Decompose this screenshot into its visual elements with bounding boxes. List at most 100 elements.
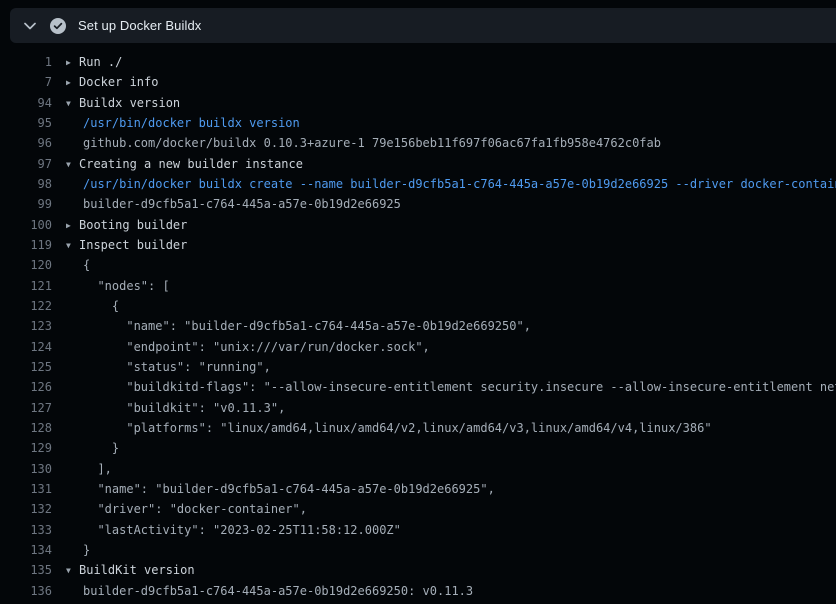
line-number[interactable]: 134 (0, 543, 52, 557)
triangle-down-icon: ▼ (66, 241, 79, 250)
output-text: builder-d9cfb5a1-c764-445a-a57e-0b19d2e6… (83, 584, 473, 598)
output-text: "driver": "docker-container", (83, 502, 307, 516)
output-text: "status": "running", (83, 360, 271, 374)
output-text: "nodes": [ (83, 279, 170, 293)
log-line: 119 ▼Inspect builder (0, 235, 836, 255)
group-title: Docker info (79, 75, 158, 89)
output-text: "name": "builder-d9cfb5a1-c764-445a-a57e… (83, 319, 531, 333)
log-line: 136 builder-d9cfb5a1-c764-445a-a57e-0b19d… (0, 581, 836, 601)
log-line: 96 github.com/docker/buildx 0.10.3+azure-… (0, 133, 836, 153)
line-number[interactable]: 96 (0, 136, 52, 150)
log-line: 134} (0, 540, 836, 560)
chevron-down-icon[interactable] (19, 15, 41, 37)
log-group-toggle[interactable]: ▼Inspect builder (66, 238, 187, 252)
log-line: 100 ▶Booting builder (0, 215, 836, 235)
line-number[interactable]: 125 (0, 360, 52, 374)
output-text: "buildkitd-flags": "--allow-insecure-ent… (83, 380, 836, 394)
line-number[interactable]: 1 (0, 55, 52, 69)
line-number[interactable]: 135 (0, 563, 52, 577)
triangle-right-icon: ▶ (66, 58, 79, 67)
log-line: 94 ▼Buildx version (0, 93, 836, 113)
group-title: Buildx version (79, 96, 180, 110)
triangle-down-icon: ▼ (66, 160, 79, 169)
line-number[interactable]: 120 (0, 258, 52, 272)
log-line: 99 builder-d9cfb5a1-c764-445a-a57e-0b19d2… (0, 194, 836, 214)
output-text: builder-d9cfb5a1-c764-445a-a57e-0b19d2e6… (83, 197, 401, 211)
output-text: { (83, 258, 90, 272)
log-line: 132 "driver": "docker-container", (0, 499, 836, 519)
line-number[interactable]: 98 (0, 177, 52, 191)
log-line: 98/usr/bin/docker buildx create --name b… (0, 174, 836, 194)
log-group-toggle[interactable]: ▶Booting builder (66, 218, 187, 232)
group-title: BuildKit version (79, 563, 195, 577)
command-text: /usr/bin/docker buildx create --name bui… (83, 177, 836, 191)
command-text: /usr/bin/docker buildx version (83, 116, 300, 130)
triangle-down-icon: ▼ (66, 566, 79, 575)
log-line: 120 { (0, 255, 836, 275)
log-line: 133 "lastActivity": "2023-02-25T11:58:12… (0, 520, 836, 540)
output-text: ], (83, 462, 112, 476)
line-number[interactable]: 100 (0, 218, 52, 232)
output-text: github.com/docker/buildx 0.10.3+azure-1 … (83, 136, 661, 150)
line-number[interactable]: 127 (0, 401, 52, 415)
group-title: Inspect builder (79, 238, 187, 252)
line-number[interactable]: 119 (0, 238, 52, 252)
log-line: 95/usr/bin/docker buildx version (0, 113, 836, 133)
line-number[interactable]: 7 (0, 75, 52, 89)
log-line: 7 ▶Docker info (0, 72, 836, 92)
output-text: "buildkit": "v0.11.3", (83, 401, 285, 415)
log-line: 121 "nodes": [ (0, 276, 836, 296)
step-header[interactable]: Set up Docker Buildx (10, 8, 836, 43)
output-text: { (83, 299, 119, 313)
log-group-toggle[interactable]: ▼BuildKit version (66, 563, 195, 577)
log-group-toggle[interactable]: ▶Docker info (66, 75, 158, 89)
step-title: Set up Docker Buildx (78, 18, 201, 33)
log-line: 129 } (0, 438, 836, 458)
log-line: 1 ▶Run ./ (0, 52, 836, 72)
line-number[interactable]: 131 (0, 482, 52, 496)
log-line: 135 ▼BuildKit version (0, 560, 836, 580)
log-line: 125 "status": "running", (0, 357, 836, 377)
line-number[interactable]: 122 (0, 299, 52, 313)
log-line: 97 ▼Creating a new builder instance (0, 154, 836, 174)
log-group-toggle[interactable]: ▼Creating a new builder instance (66, 157, 303, 171)
group-title: Creating a new builder instance (79, 157, 303, 171)
log-group-toggle[interactable]: ▼Buildx version (66, 96, 180, 110)
log-lines: 1▶Run ./7▶Docker info94▼Buildx version95… (0, 43, 836, 604)
log-line: 127 "buildkit": "v0.11.3", (0, 398, 836, 418)
line-number[interactable]: 121 (0, 279, 52, 293)
line-number[interactable]: 130 (0, 462, 52, 476)
group-title: Run ./ (79, 55, 122, 69)
line-number[interactable]: 124 (0, 340, 52, 354)
line-number[interactable]: 129 (0, 441, 52, 455)
log-line: 123 "name": "builder-d9cfb5a1-c764-445a-… (0, 316, 836, 336)
line-number[interactable]: 128 (0, 421, 52, 435)
log-line: 128 "platforms": "linux/amd64,linux/amd6… (0, 418, 836, 438)
output-text: "lastActivity": "2023-02-25T11:58:12.000… (83, 523, 401, 537)
check-circle-icon (50, 18, 66, 34)
line-number[interactable]: 99 (0, 197, 52, 211)
output-text: "platforms": "linux/amd64,linux/amd64/v2… (83, 421, 712, 435)
output-text: "endpoint": "unix:///var/run/docker.sock… (83, 340, 430, 354)
log-line: 126 "buildkitd-flags": "--allow-insecure… (0, 377, 836, 397)
line-number[interactable]: 136 (0, 584, 52, 598)
line-number[interactable]: 95 (0, 116, 52, 130)
output-text: } (83, 543, 90, 557)
log-line: 130 ], (0, 459, 836, 479)
group-title: Booting builder (79, 218, 187, 232)
log-group-toggle[interactable]: ▶Run ./ (66, 55, 122, 69)
line-number[interactable]: 94 (0, 96, 52, 110)
output-text: "name": "builder-d9cfb5a1-c764-445a-a57e… (83, 482, 495, 496)
line-number[interactable]: 123 (0, 319, 52, 333)
log-line: 122 { (0, 296, 836, 316)
line-number[interactable]: 132 (0, 502, 52, 516)
triangle-down-icon: ▼ (66, 99, 79, 108)
line-number[interactable]: 133 (0, 523, 52, 537)
triangle-right-icon: ▶ (66, 221, 79, 230)
output-text: } (83, 441, 119, 455)
triangle-right-icon: ▶ (66, 78, 79, 87)
line-number[interactable]: 97 (0, 157, 52, 171)
log-line: 131 "name": "builder-d9cfb5a1-c764-445a-… (0, 479, 836, 499)
line-number[interactable]: 126 (0, 380, 52, 394)
log-line: 124 "endpoint": "unix:///var/run/docker.… (0, 337, 836, 357)
